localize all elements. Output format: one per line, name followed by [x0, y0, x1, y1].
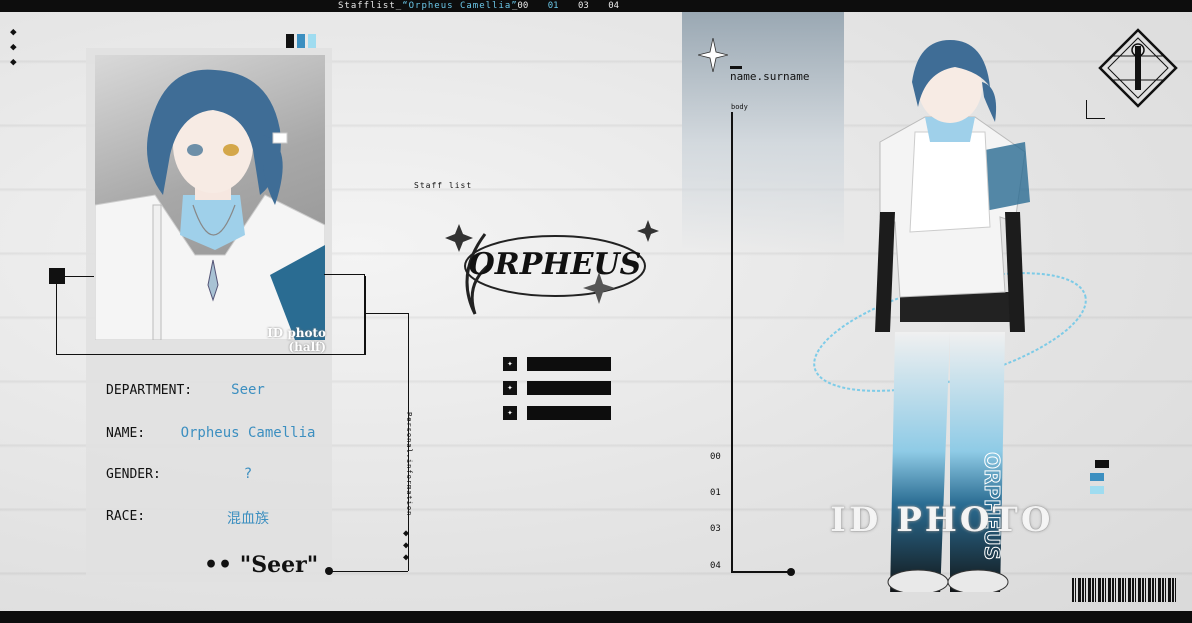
sparkle-icon [698, 38, 728, 72]
corner-bracket [1086, 100, 1105, 119]
body-timeline [731, 112, 733, 572]
gender-value: ? [243, 466, 253, 482]
connector-bottom [330, 571, 408, 572]
tab-04[interactable]: 04 [608, 1, 619, 11]
diamond-icons: ◆ ◆ ◆ [10, 25, 17, 68]
color-swatch-blue [297, 34, 305, 48]
connector-diamonds: ◆ ◆ ◆ [403, 528, 410, 563]
bar-fill [527, 406, 611, 420]
index-04: 04 [710, 561, 721, 571]
id-photo-watermark: ID PHOTO [830, 500, 1054, 540]
plus-icon: ✦ [503, 357, 517, 371]
color-swatch-light-right [1090, 486, 1104, 494]
timeline-end [731, 571, 791, 573]
name-dash [730, 66, 742, 69]
bar-fill [527, 357, 611, 371]
gender-label: GENDER: [106, 467, 161, 482]
photo-frame-outline [56, 276, 366, 355]
race-label: RACE: [106, 509, 146, 524]
tab-03[interactable]: 03 [578, 1, 589, 11]
department-quote: •• "Seer" [204, 552, 319, 578]
quote-dot [325, 567, 333, 575]
frame-top-right [324, 274, 364, 275]
race-value: 混血族 [227, 511, 269, 527]
plus-icon: ✦ [503, 406, 517, 420]
bottom-bar [0, 611, 1192, 623]
color-swatch-dark-right [1095, 460, 1109, 468]
department-value: Seer [231, 382, 265, 398]
title-prefix: Stafflist_ [338, 1, 403, 11]
index-01: 01 [710, 488, 721, 498]
barcode [1072, 578, 1176, 602]
color-swatch-light [308, 34, 316, 48]
name-value: Orpheus Camellia [180, 425, 316, 441]
frame-right-edge [364, 274, 365, 354]
tab-00[interactable]: _00 [512, 1, 528, 11]
connector-horizontal [364, 313, 408, 314]
emblem-icon [1098, 28, 1178, 108]
logo-text: ORPHEUS [469, 247, 642, 282]
staff-list-label: Staff list [414, 181, 473, 190]
index-00: 00 [710, 452, 721, 462]
name-label: NAME: [106, 426, 146, 441]
tab-01[interactable]: 01 [548, 1, 559, 11]
name-surname-label: name.surname [730, 70, 810, 83]
vertical-label: Personal.information [405, 412, 413, 517]
frame-top-left [56, 276, 94, 277]
timeline-dot [787, 568, 795, 576]
orpheus-logo: ORPHEUS [445, 220, 659, 315]
color-swatch-blue-right [1090, 473, 1104, 481]
top-bar-title: Stafflist_“Orpheus Camellia” [338, 0, 518, 12]
plus-icon: ✦ [503, 381, 517, 395]
top-bar-page-tabs: _00 01 03 04 [512, 0, 633, 12]
color-swatch-dark [286, 34, 294, 48]
bar-fill [527, 381, 611, 395]
index-03: 03 [710, 524, 721, 534]
title-name: “Orpheus Camellia” [402, 1, 518, 11]
body-label: body [731, 103, 748, 111]
